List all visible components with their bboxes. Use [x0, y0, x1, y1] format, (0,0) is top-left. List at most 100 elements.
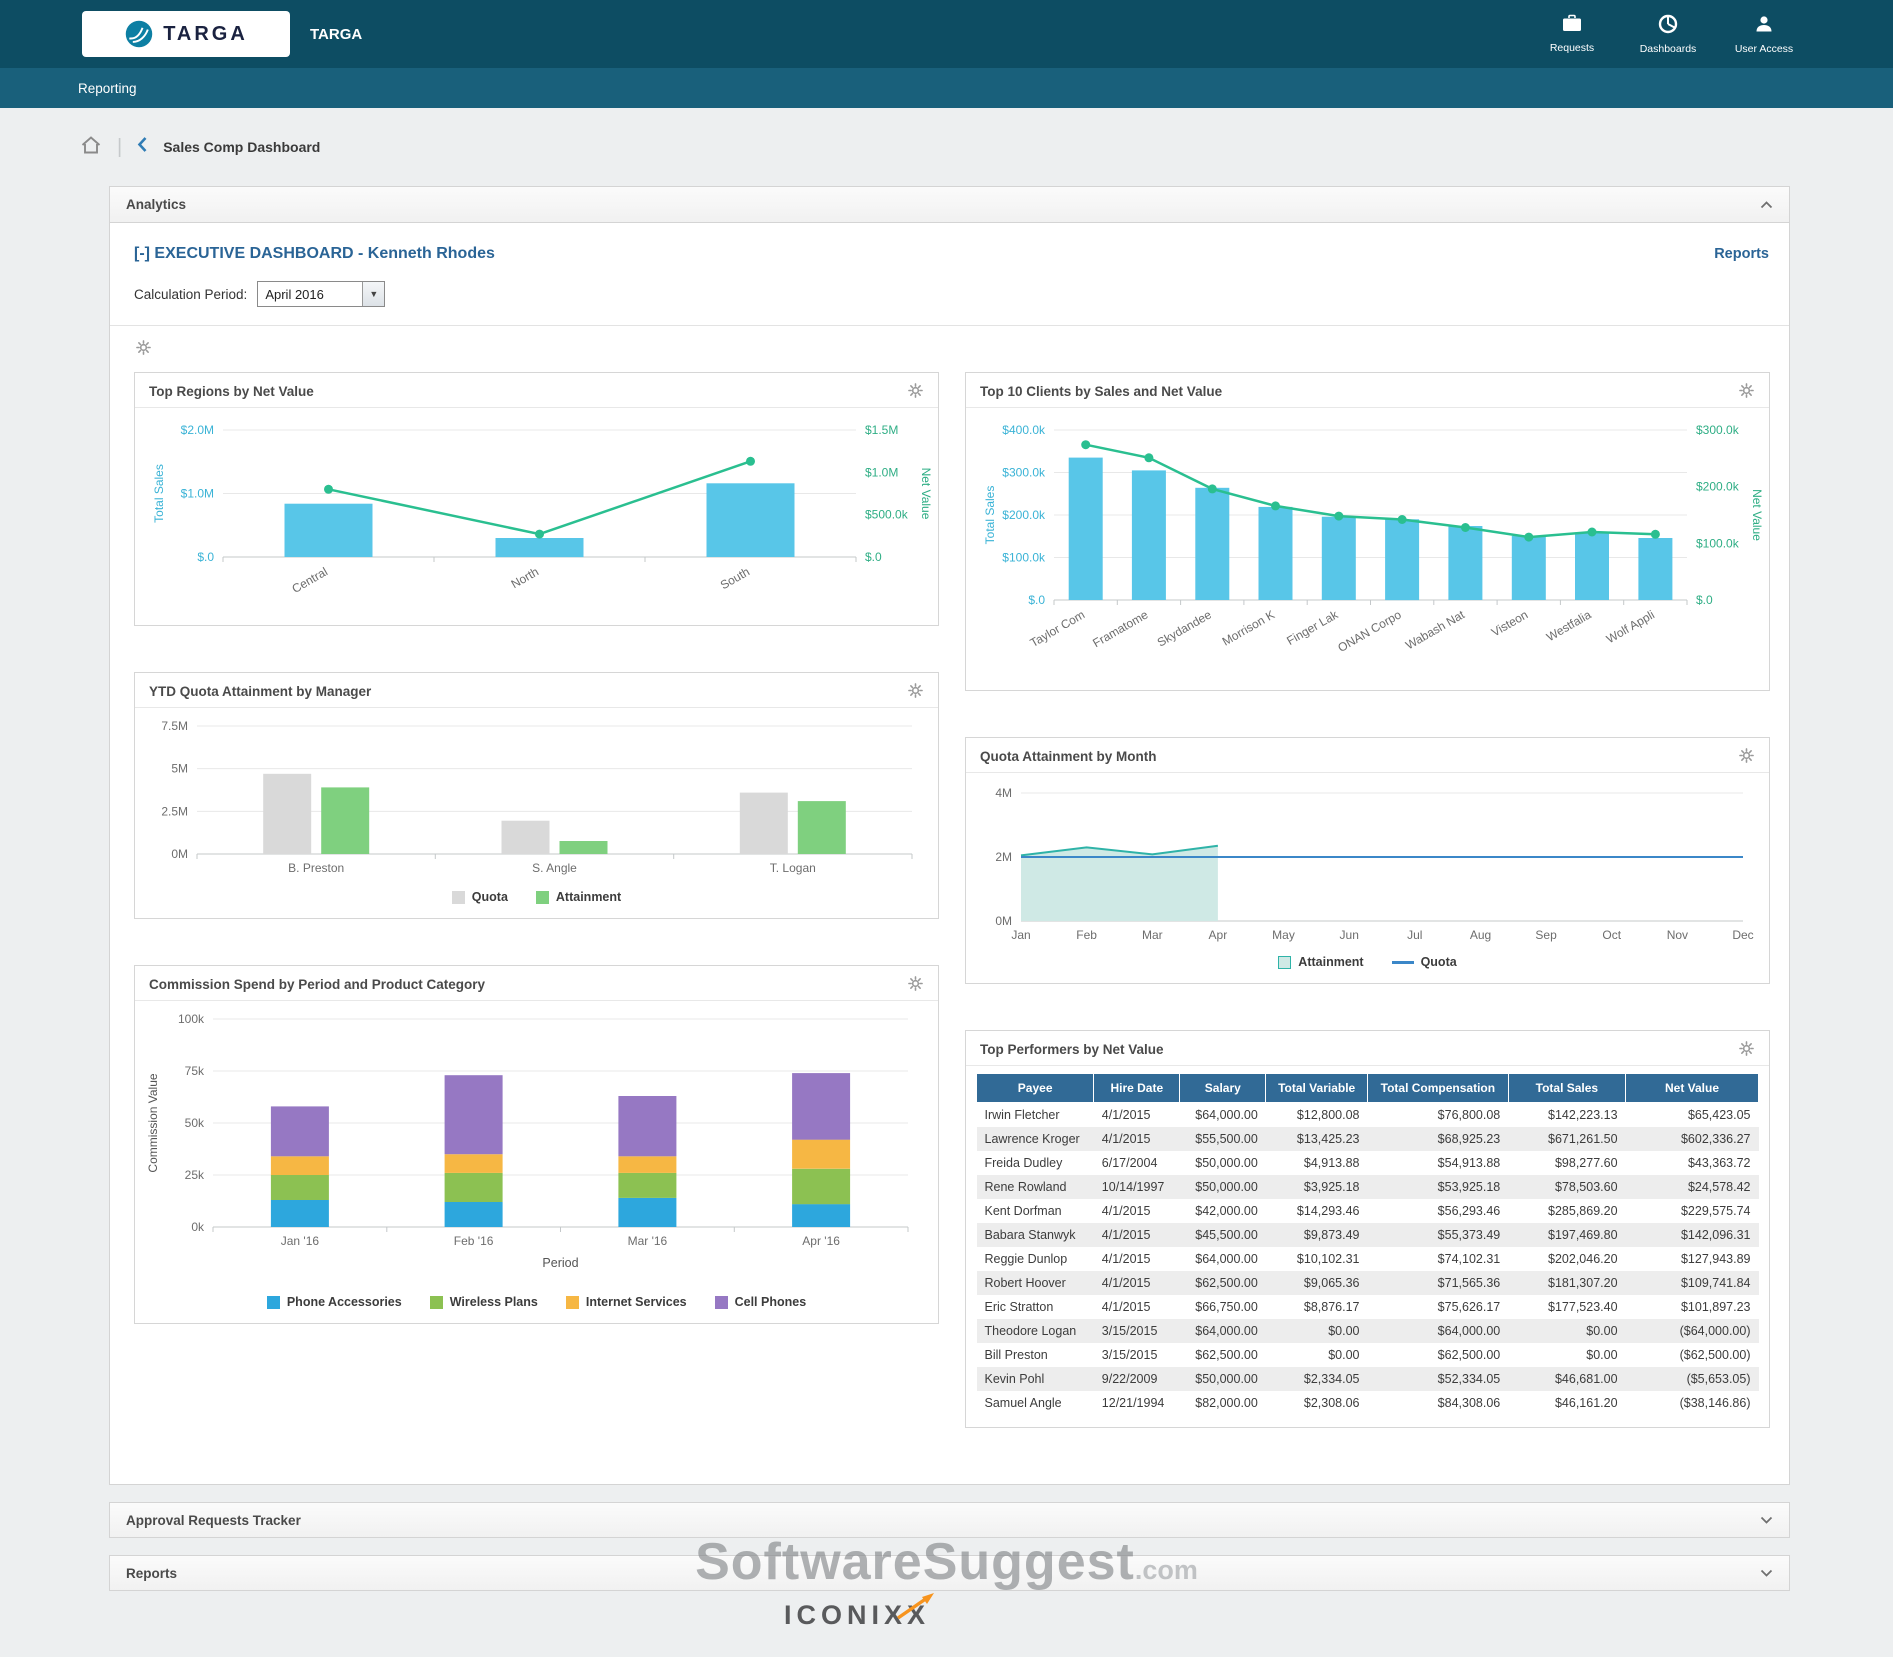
chart-settings-gear-icon[interactable] [908, 683, 924, 699]
right-axis-title: Net Value [1750, 489, 1764, 541]
chart-canvas: $.0 $1.0M $2.0M $.0 $500.0k $1.0M $1.5M Central… [152, 423, 933, 596]
table-header-cell[interactable]: Hire Date [1093, 1074, 1181, 1103]
table-cell: $602,336.27 [1625, 1127, 1759, 1151]
category-label: Jul [1407, 928, 1422, 942]
chart-panel-top-clients: Top 10 Clients by Sales and Net Value $.… [965, 372, 1770, 691]
table-row: Freida Dudley 6/17/2004 $50,000.00 $4,913.8… [977, 1151, 1759, 1175]
bar-total-sales [1321, 516, 1356, 600]
table-cell: $181,307.20 [1508, 1271, 1626, 1295]
stack-segment [618, 1172, 677, 1198]
chart-panel-header: Top 10 Clients by Sales and Net Value [966, 373, 1769, 408]
calculation-period-select[interactable]: April 2016 ▼ [257, 281, 386, 307]
stack-segment [444, 1202, 503, 1227]
collapse-chevron-down-icon[interactable] [1760, 1569, 1773, 1577]
table-cell: $0.00 [1328, 1348, 1360, 1362]
table-cell: $64,000.00 [1179, 1319, 1266, 1343]
nav-item-user-access[interactable]: User Access [1729, 14, 1799, 55]
chart-settings-gear-icon[interactable] [908, 976, 924, 992]
select-dropdown-arrow-icon[interactable]: ▼ [362, 282, 385, 306]
chart-canvas: $.0 $100.0k $200.0k $300.0k $400.0k $.0 $100.0… [983, 423, 1764, 655]
dashboard-settings-gear-icon[interactable] [136, 340, 152, 356]
table-header-cell[interactable]: Total Sales [1507, 1074, 1627, 1103]
tick-label: $1.0M [865, 465, 898, 479]
category-label: Apr '16 [802, 1234, 840, 1248]
legend-swatch [714, 1295, 728, 1309]
line-point [1524, 532, 1534, 542]
chart-settings-gear-icon[interactable] [1739, 383, 1755, 399]
table-cell: $55,500.00 [1179, 1127, 1266, 1151]
tick-label: 75k [185, 1064, 205, 1078]
tick-label: $1.5M [865, 423, 898, 437]
table-cell: 4/1/2015 [1093, 1271, 1180, 1295]
line-point [1081, 440, 1091, 450]
bar-total-sales [1448, 526, 1483, 600]
stack-segment [444, 1154, 503, 1173]
table-cell: 4/1/2015 [1093, 1223, 1180, 1247]
chart-canvas: 0M 2.5M 5M 7.5M B. Preston S. Angle T. Logan [161, 719, 913, 875]
table-cell: $2,334.05 [1265, 1367, 1368, 1391]
table-cell: $142,223.13 [1548, 1108, 1618, 1122]
table-cell: $43,363.72 [1687, 1156, 1751, 1170]
category-label: South [718, 564, 752, 592]
app-header: TARGA TARGA Requests Dashboards User Acc… [0, 0, 1893, 68]
analytics-panel-header[interactable]: Analytics [110, 187, 1789, 223]
table-cell: $68,925.23 [1367, 1127, 1509, 1151]
dashboard-title[interactable]: [-] EXECUTIVE DASHBOARD - Kenneth Rhodes [134, 245, 495, 263]
chart-body-top-regions: $.0 $1.0M $2.0M $.0 $500.0k $1.0M $1.5M Central… [135, 408, 938, 625]
table-header-cell[interactable]: Payee [975, 1074, 1095, 1103]
reports-link[interactable]: Reports [1714, 246, 1769, 262]
table-header-cell[interactable]: Total Variable [1265, 1074, 1368, 1103]
table-header-cell[interactable]: Net Value [1625, 1074, 1759, 1103]
tick-label: $300.0k [1696, 423, 1740, 437]
line-point [1207, 484, 1217, 494]
table-cell: $229,575.74 [1680, 1204, 1751, 1218]
subnav-item-reporting[interactable]: Reporting [78, 81, 137, 96]
table-cell: Samuel Angle [984, 1396, 1062, 1410]
table-header-cell[interactable]: Salary [1179, 1074, 1267, 1103]
nav-label-user-access: User Access [1734, 42, 1794, 55]
table-cell: $4,913.88 [1303, 1156, 1360, 1170]
reports-panel-header[interactable]: Reports [109, 1555, 1790, 1591]
company-logo[interactable]: TARGA [82, 11, 290, 57]
chart-title: Top Performers by Net Value [980, 1041, 1164, 1057]
tick-label: $100.0k [1002, 551, 1046, 565]
legend-item: Cell Phones [714, 1295, 806, 1309]
table-header-cell[interactable]: Total Compensation [1366, 1074, 1509, 1103]
tick-label: 2M [995, 850, 1012, 864]
chart-settings-gear-icon[interactable] [1739, 1041, 1755, 1057]
approval-requests-title: Approval Requests Tracker [126, 1512, 301, 1528]
category-label: North [509, 564, 541, 591]
tick-label: 7.5M [161, 719, 188, 733]
chart-settings-gear-icon[interactable] [908, 383, 924, 399]
left-axis-title: Total Sales [152, 464, 166, 523]
stack-segment [792, 1168, 851, 1205]
app-title: TARGA [310, 25, 363, 43]
bar-total-sales [1638, 538, 1673, 600]
table-cell: 6/17/2004 [1101, 1156, 1158, 1170]
home-icon[interactable] [80, 135, 102, 160]
legend-label: Attainment [1298, 955, 1364, 969]
tick-label: $.0 [1028, 593, 1045, 607]
user-access-icon [1754, 14, 1774, 39]
collapse-chevron-down-icon[interactable] [1760, 1516, 1773, 1524]
tick-label: 4M [995, 786, 1012, 800]
chart-settings-gear-icon[interactable] [1739, 748, 1755, 764]
chart-title: Commission Spend by Period and Product C… [149, 976, 486, 992]
nav-item-requests[interactable]: Requests [1537, 14, 1607, 54]
table-cell: $62,500.00 [1195, 1348, 1258, 1362]
approval-requests-panel-header[interactable]: Approval Requests Tracker [109, 1502, 1790, 1538]
chart-panel-header: Commission Spend by Period and Product C… [135, 966, 938, 1001]
table-cell: Theodore Logan [976, 1319, 1094, 1343]
charts-left-column: Top Regions by Net Value $.0 $1.0M $2.0M $.… [134, 372, 939, 1428]
table-cell: $177,523.40 [1548, 1300, 1618, 1314]
nav-item-dashboards[interactable]: Dashboards [1633, 14, 1703, 55]
bar-attainment [797, 801, 846, 854]
table-cell: $142,096.31 [1625, 1223, 1759, 1247]
targa-logo-icon [125, 20, 153, 48]
back-chevron-icon[interactable] [137, 136, 148, 158]
left-axis-title: Total Sales [983, 486, 997, 545]
table-row: Theodore Logan 3/15/2015 $64,000.00 $0.00 $6… [976, 1319, 1759, 1343]
table-cell: $50,000.00 [1179, 1175, 1266, 1199]
collapse-chevron-up-icon[interactable] [1760, 200, 1773, 209]
category-label: Wolf Appli [1604, 607, 1657, 646]
